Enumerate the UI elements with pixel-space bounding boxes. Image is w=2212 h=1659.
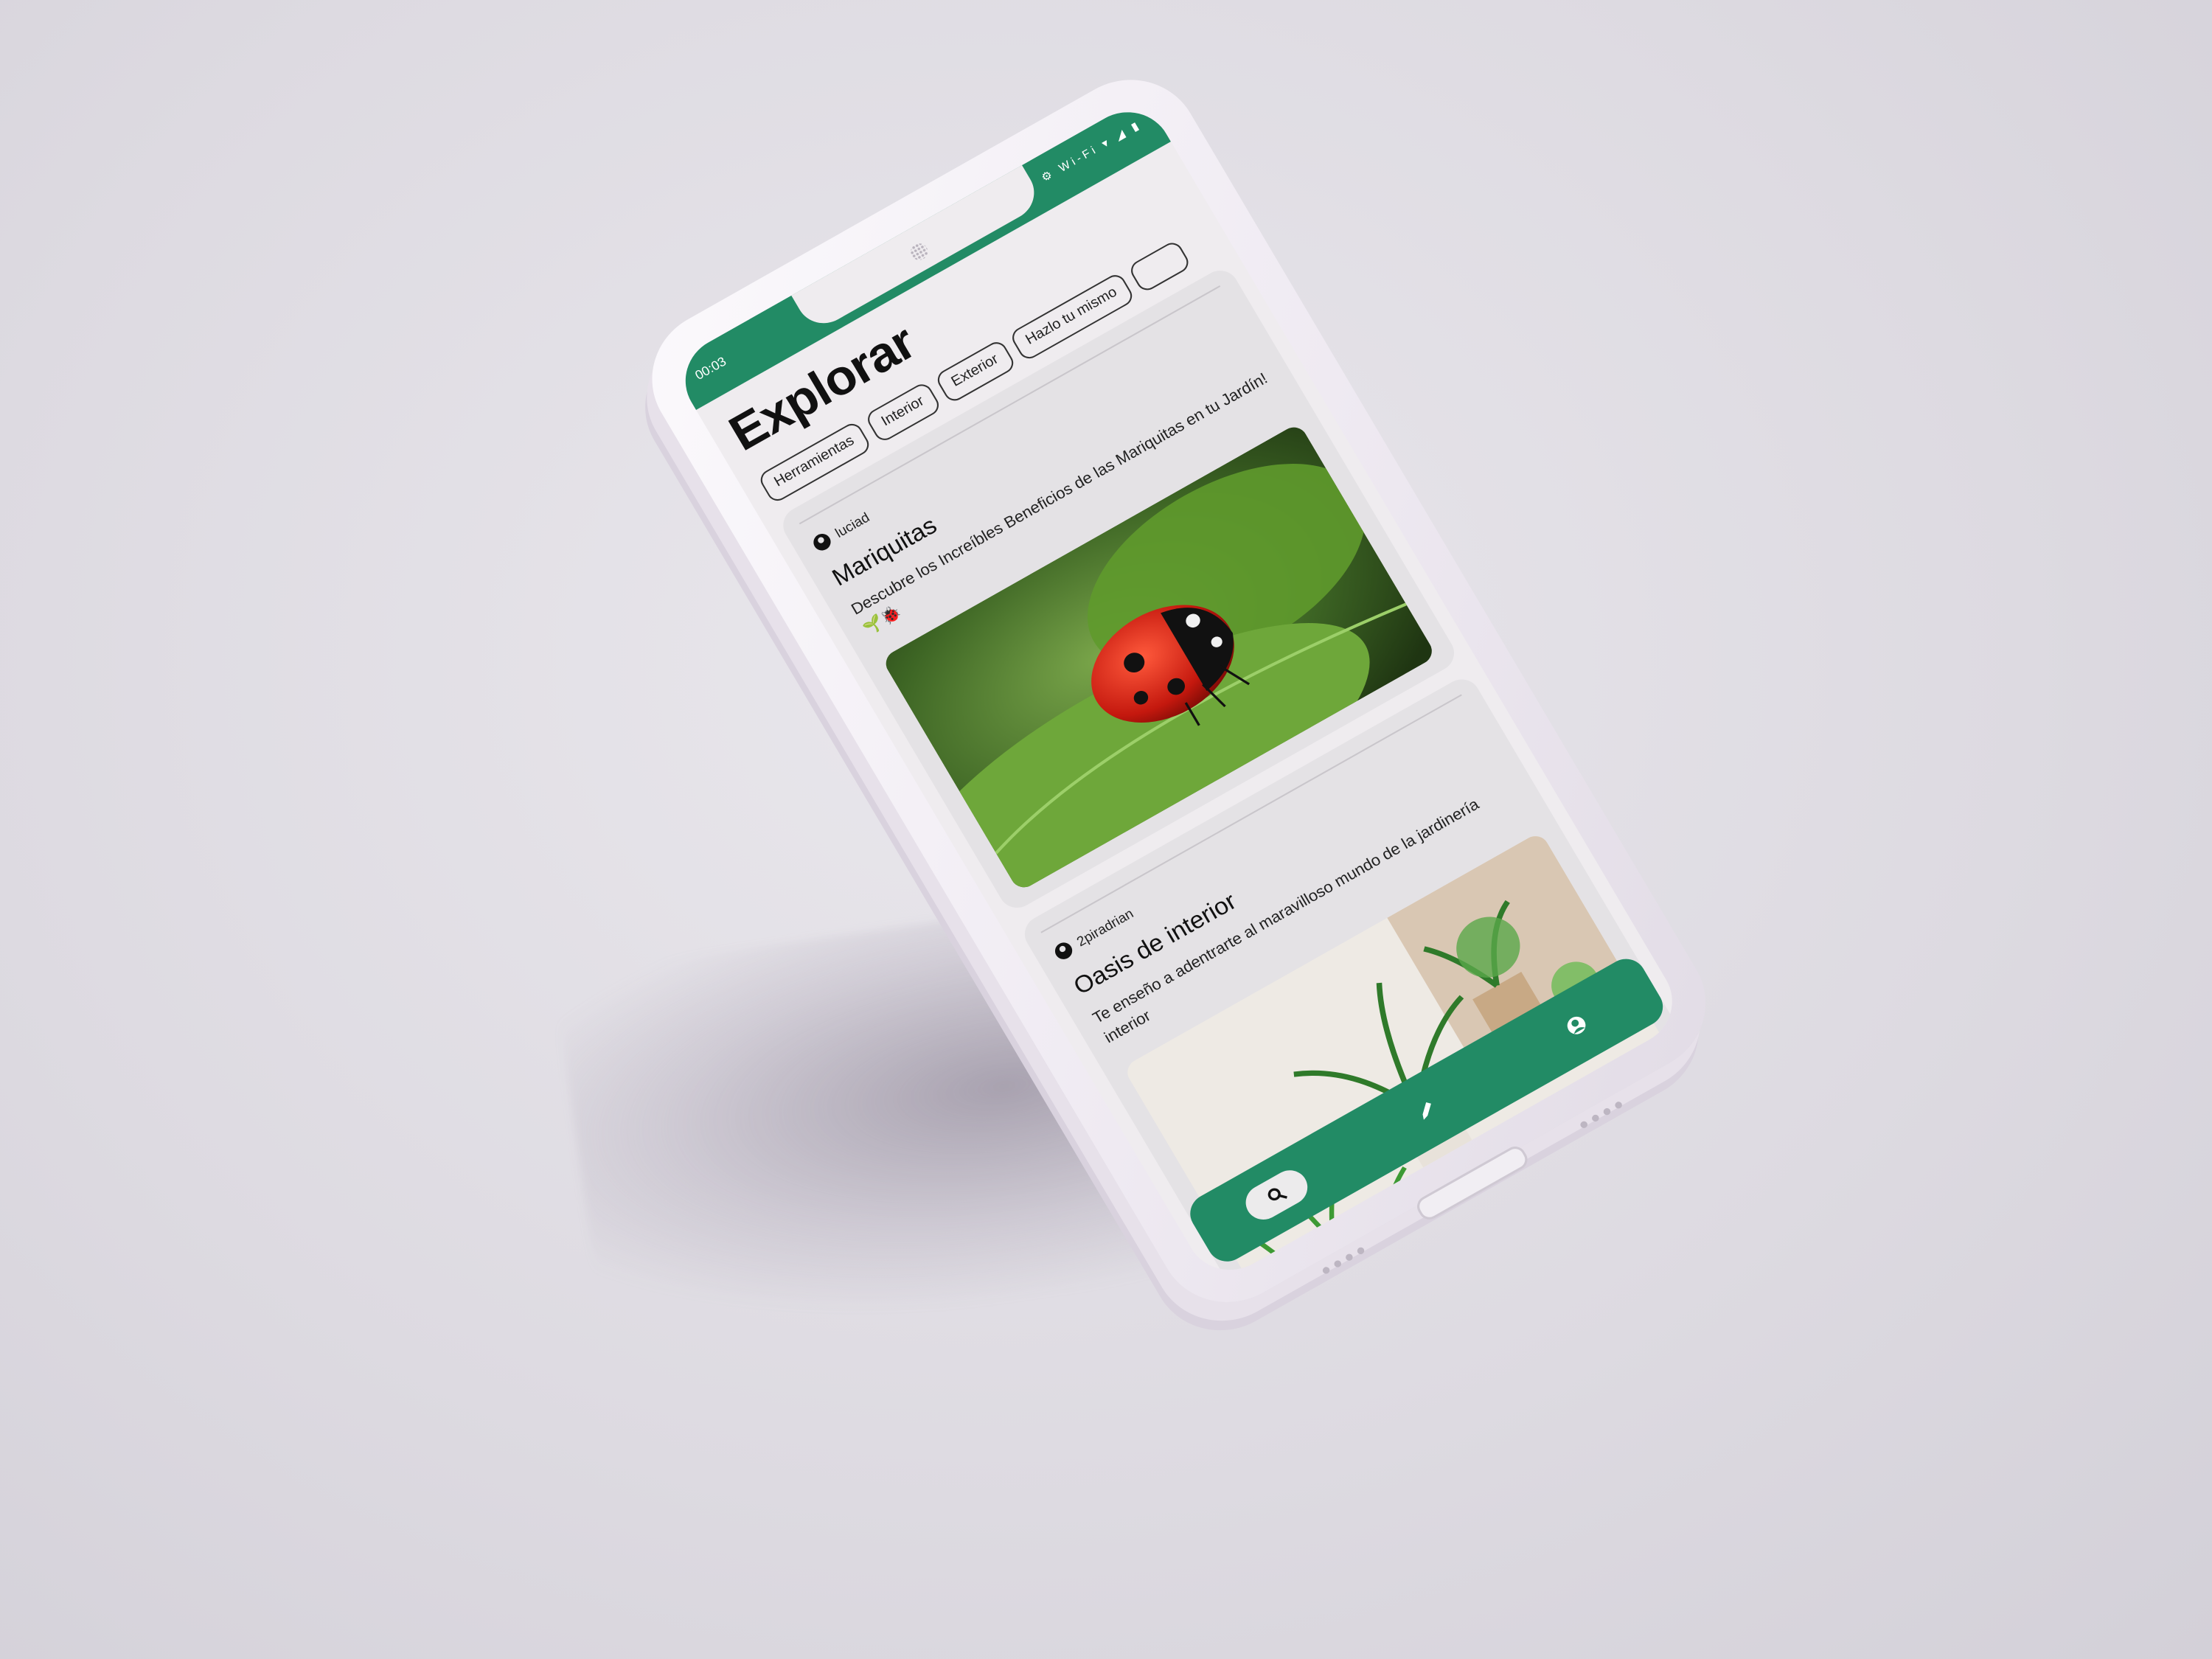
nav-create-button[interactable] bbox=[1389, 1079, 1464, 1141]
nav-search-button[interactable] bbox=[1239, 1164, 1314, 1226]
phone-device: 00:03 ⏰ ⚙ Wi-Fi ▾ ◢ ▮ Explorar Herramien… bbox=[627, 55, 1731, 1327]
earpiece-speaker bbox=[907, 240, 931, 263]
nav-profile-button[interactable] bbox=[1540, 995, 1614, 1057]
pencil-icon bbox=[1422, 1102, 1431, 1120]
chip-more[interactable] bbox=[1127, 239, 1192, 294]
profile-icon bbox=[1567, 1016, 1586, 1034]
user-avatar-icon bbox=[1051, 939, 1076, 963]
author-name: luciad bbox=[832, 509, 872, 540]
status-time: 00:03 bbox=[692, 354, 729, 383]
mockup-stage: 00:03 ⏰ ⚙ Wi-Fi ▾ ◢ ▮ Explorar Herramien… bbox=[0, 0, 2212, 1659]
divider bbox=[799, 285, 1221, 525]
search-icon bbox=[1267, 1188, 1287, 1201]
user-avatar-icon bbox=[810, 530, 834, 554]
